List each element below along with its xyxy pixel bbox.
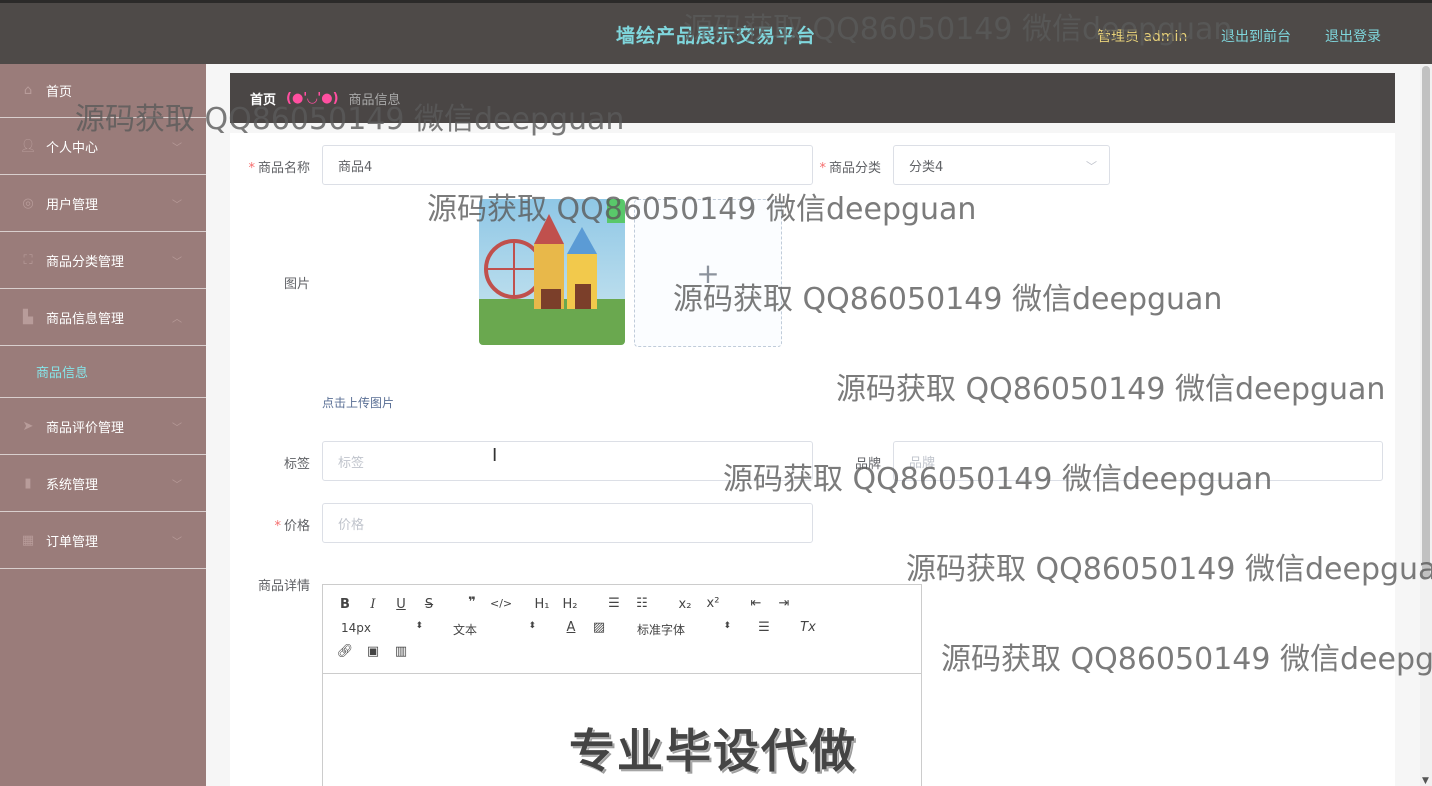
link-icon[interactable]: 🔗︎	[335, 644, 355, 659]
home-icon: ⌂	[23, 83, 33, 98]
tag-input[interactable]: 标签	[322, 441, 813, 481]
breadcrumb-current: 商品信息	[348, 92, 401, 108]
breadcrumb-separator: (●'◡'●)	[286, 90, 339, 106]
breadcrumb-home[interactable]: 首页	[250, 89, 276, 108]
user-icon: 👤︎	[19, 138, 37, 154]
box-icon: ▙	[23, 309, 33, 325]
upload-tip[interactable]: 点击上传图片	[322, 394, 394, 411]
main-content: 首页 (●'◡'●) 商品信息 * 商品名称 商品4 * 商品分类 分类4 ﹀ 图片	[206, 64, 1420, 786]
chevron-down-icon: ﹀	[172, 142, 182, 154]
font-color-icon[interactable]: A	[561, 620, 581, 635]
editor-banner-text: 专业毕设代做	[569, 724, 857, 778]
sidebar-item-label: 首页	[46, 85, 73, 100]
chevron-up-icon: ︿	[172, 313, 182, 325]
ordered-list-icon[interactable]: ☰	[604, 596, 624, 611]
logout-link[interactable]: 退出登录	[1325, 26, 1381, 46]
bar-chart-icon: ▮	[24, 475, 32, 491]
grid-icon: ▦	[21, 532, 35, 548]
strikethrough-icon[interactable]: S	[419, 597, 439, 612]
font-size-select[interactable]: 14px ⬍	[341, 621, 423, 635]
indent-icon[interactable]: ⇥	[774, 596, 794, 611]
sidebar-item-label: 商品信息管理	[46, 311, 125, 327]
product-form: * 商品名称 商品4 * 商品分类 分类4 ﹀ 图片 + 点击上传图片 标签 标…	[230, 133, 1395, 786]
align-icon[interactable]: ☰	[754, 620, 774, 635]
breadcrumb: 首页 (●'◡'●) 商品信息	[230, 73, 1395, 123]
sidebar-item-product-info[interactable]: ▙ 商品信息管理 ︿	[0, 289, 206, 346]
sidebar-subitem-product-info[interactable]: 商品信息	[0, 346, 206, 398]
frame-icon: ⛶	[23, 252, 33, 268]
send-icon: ➤	[22, 418, 34, 434]
page-scrollbar[interactable]: ▼	[1420, 64, 1432, 786]
sidebar-item-label: 商品分类管理	[46, 254, 125, 270]
exit-to-front-link[interactable]: 退出到前台	[1221, 26, 1291, 46]
heading1-icon[interactable]: H₁	[532, 597, 552, 612]
product-name-input[interactable]: 商品4	[322, 145, 813, 185]
italic-icon[interactable]: I	[363, 597, 383, 612]
sidebar-item-label: 订单管理	[46, 534, 99, 550]
scrollbar-thumb[interactable]	[1422, 66, 1430, 578]
chevron-down-icon: ﹀	[172, 422, 182, 434]
font-family-select[interactable]: 标准字体 ⬍	[637, 621, 731, 638]
chevron-down-icon: ﹀	[172, 256, 182, 268]
text-cursor-icon: I	[492, 445, 498, 466]
image-label: 图片	[283, 277, 310, 292]
code-icon[interactable]: </>	[490, 597, 512, 610]
sidebar-item-label: 商品评价管理	[46, 420, 125, 436]
up-down-icon: ⬍	[723, 621, 731, 631]
clear-format-icon[interactable]: Tx	[798, 620, 818, 635]
image-upload-box[interactable]: +	[634, 199, 782, 347]
underline-icon[interactable]: U	[391, 597, 411, 612]
product-image-thumbnail[interactable]	[479, 199, 625, 345]
background-color-icon[interactable]: ▨	[589, 620, 609, 635]
chevron-down-icon: ﹀	[1086, 160, 1097, 173]
scroll-down-arrow-icon[interactable]: ▼	[1422, 776, 1429, 786]
bullet-list-icon[interactable]: ☷	[632, 596, 652, 611]
sidebar-item-label: 个人中心	[46, 140, 99, 156]
video-icon[interactable]: ▥	[391, 644, 411, 659]
price-input[interactable]: 价格	[322, 503, 813, 543]
category-select[interactable]: 分类4 ﹀	[893, 145, 1110, 185]
sidebar-item-orders[interactable]: ▦ 订单管理 ﹀	[0, 512, 206, 569]
chevron-down-icon: ﹀	[172, 479, 182, 491]
tag-label: 标签	[283, 457, 310, 472]
sidebar-item-system[interactable]: ▮ 系统管理 ﹀	[0, 455, 206, 512]
chevron-down-icon: ﹀	[172, 536, 182, 548]
subscript-icon[interactable]: x₂	[675, 597, 695, 612]
image-icon[interactable]: ▣	[363, 644, 383, 659]
text-type-select[interactable]: 文本 ⬍	[453, 621, 536, 638]
sidebar-item-home[interactable]: ⌂ 首页	[0, 64, 206, 118]
sidebar-item-category[interactable]: ⛶ 商品分类管理 ﹀	[0, 232, 206, 289]
admin-user-label: 管理员 admin	[1097, 29, 1188, 45]
editor-toolbar: B I U S ❞ </> H₁ H₂ ☰ ☷ x₂ x² ⇤ ⇥ 14px ⬍ …	[323, 585, 921, 674]
sidebar-item-label: 用户管理	[46, 197, 99, 213]
sidebar-item-profile[interactable]: 👤︎ 个人中心 ﹀	[0, 118, 206, 175]
sidebar-item-users[interactable]: ◎ 用户管理 ﹀	[0, 175, 206, 232]
rich-text-editor: B I U S ❞ </> H₁ H₂ ☰ ☷ x₂ x² ⇤ ⇥ 14px ⬍ …	[322, 584, 922, 786]
outdent-icon[interactable]: ⇤	[746, 596, 766, 611]
heading2-icon[interactable]: H₂	[560, 597, 580, 612]
brand-input[interactable]: 品牌	[893, 441, 1383, 481]
bold-icon[interactable]: B	[335, 597, 355, 612]
price-label: * 价格	[274, 519, 310, 534]
sidebar: ⌂ 首页 👤︎ 个人中心 ﹀ ◎ 用户管理 ﹀ ⛶ 商品分类管理 ﹀ ▙ 商品信…	[0, 64, 206, 786]
site-title: 墙绘产品展示交易平台	[615, 25, 816, 47]
quote-icon[interactable]: ❞	[462, 595, 482, 610]
detail-label: 商品详情	[257, 579, 310, 594]
chevron-down-icon: ﹀	[172, 199, 182, 211]
sidebar-item-label: 系统管理	[46, 477, 99, 493]
globe-icon: ◎	[22, 195, 34, 211]
top-header: 墙绘产品展示交易平台 管理员 admin 退出到前台 退出登录	[0, 0, 1432, 64]
superscript-icon[interactable]: x²	[703, 596, 723, 611]
up-down-icon: ⬍	[528, 621, 536, 631]
plus-icon: +	[696, 256, 720, 290]
sidebar-item-reviews[interactable]: ➤ 商品评价管理 ﹀	[0, 398, 206, 455]
editor-content-area[interactable]: 专业毕设代做	[323, 675, 921, 786]
up-down-icon: ⬍	[415, 621, 423, 631]
name-label: * 商品名称	[248, 161, 310, 176]
category-label: * 商品分类	[819, 161, 881, 176]
brand-label: 品牌	[854, 457, 881, 472]
